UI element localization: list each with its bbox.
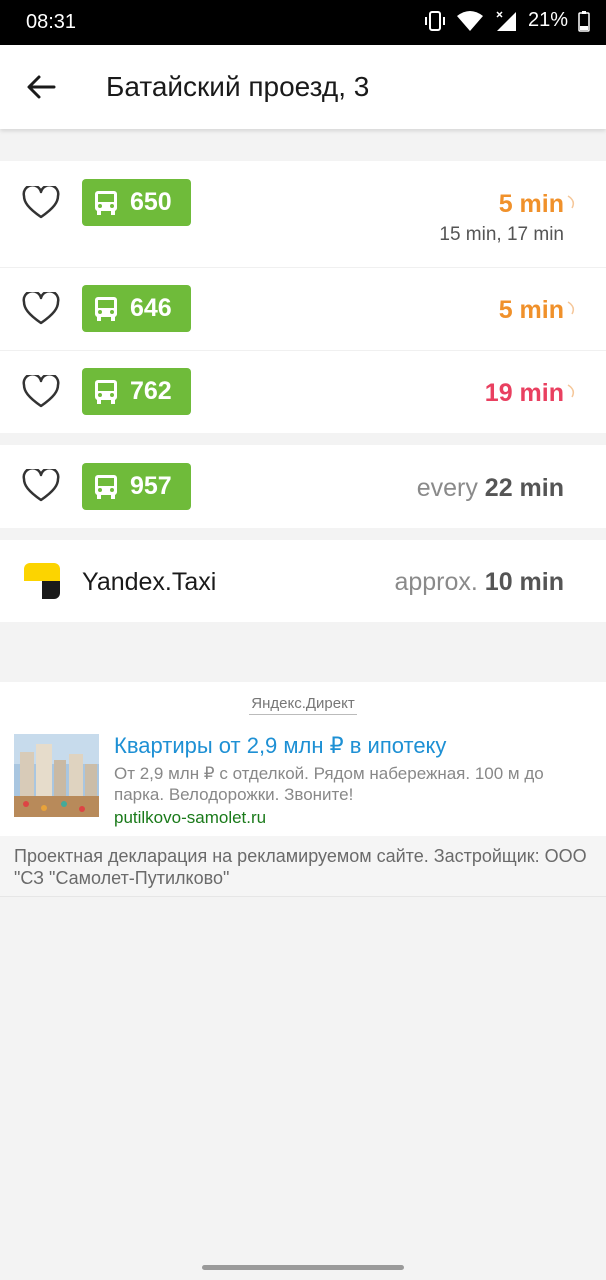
status-bar: 08:31 21% <box>0 0 606 45</box>
wifi-icon <box>456 10 483 31</box>
ad-disclaimer-text: Проектная декларация на рекламируемом са… <box>14 846 587 888</box>
route-badge: 957 <box>82 463 191 510</box>
route-row[interactable]: 650 5 min 15 min, 17 min <box>0 161 606 267</box>
bus-icon <box>95 190 117 215</box>
route-badge: 646 <box>82 285 191 332</box>
status-icons: 21% <box>424 9 590 32</box>
bus-icon <box>95 379 117 404</box>
status-time: 08:31 <box>26 11 77 33</box>
bus-icon <box>95 296 117 321</box>
signal-icon <box>496 10 516 31</box>
ad-link[interactable]: putilkovo-samolet.ru <box>114 808 266 828</box>
page-title: Батайский проезд, 3 <box>106 71 370 102</box>
battery-percent: 21% <box>527 9 568 31</box>
frequency-label: every 22 min <box>417 474 564 503</box>
route-number: 650 <box>130 188 172 216</box>
next-arrivals: 15 min, 17 min <box>439 224 564 245</box>
ad-image[interactable] <box>14 734 99 817</box>
route-number: 957 <box>130 472 172 500</box>
eta-label: 5 min <box>498 296 564 324</box>
route-badge: 650 <box>82 179 191 226</box>
taxi-eta-prefix: approx. <box>394 568 478 596</box>
ad-block[interactable]: Яндекс.Директ Квартиры от 2,9 млн ₽ в ип… <box>0 682 606 897</box>
route-number: 646 <box>130 294 172 322</box>
heart-icon[interactable] <box>22 375 60 409</box>
vibrate-icon <box>424 10 445 31</box>
ad-disclaimer: Проектная декларация на рекламируемом са… <box>0 836 606 897</box>
ad-text: От 2,9 млн ₽ с отделкой. Рядом набережна… <box>114 764 544 804</box>
heart-icon[interactable] <box>22 469 60 503</box>
live-signal-icon <box>567 195 575 209</box>
bus-icon <box>95 474 117 499</box>
route-row[interactable]: 646 5 min <box>0 268 606 350</box>
battery-icon <box>578 10 590 32</box>
route-badge: 762 <box>82 368 191 415</box>
live-routes-card: 650 5 min 15 min, 17 min 646 5 min 762 1… <box>0 161 606 433</box>
ad-title[interactable]: Квартиры от 2,9 млн ₽ в ипотеку <box>114 733 446 759</box>
eta-label: 19 min <box>484 379 564 407</box>
ad-source: Яндекс.Директ <box>0 695 606 715</box>
route-number: 762 <box>130 377 172 405</box>
taxi-label: Yandex.Taxi <box>82 568 217 596</box>
taxi-eta: approx. 10 min <box>394 568 564 597</box>
scheduled-route-card[interactable]: 957 every 22 min <box>0 445 606 528</box>
eta-label: 5 min <box>498 190 564 218</box>
app-bar: Батайский проезд, 3 <box>0 45 606 129</box>
taxi-eta-value: 10 min <box>484 568 564 596</box>
frequency-value: 22 min <box>484 474 564 502</box>
heart-icon[interactable] <box>22 292 60 326</box>
arrow-left-icon[interactable] <box>22 69 58 105</box>
home-indicator[interactable] <box>202 1265 404 1270</box>
live-signal-icon <box>567 301 575 315</box>
heart-icon[interactable] <box>22 186 60 220</box>
live-signal-icon <box>567 384 575 398</box>
yandex-taxi-logo-icon <box>24 563 60 599</box>
frequency-prefix: every <box>416 474 478 502</box>
route-row[interactable]: 762 19 min <box>0 351 606 433</box>
taxi-card[interactable]: Yandex.Taxi approx. 10 min <box>0 540 606 622</box>
